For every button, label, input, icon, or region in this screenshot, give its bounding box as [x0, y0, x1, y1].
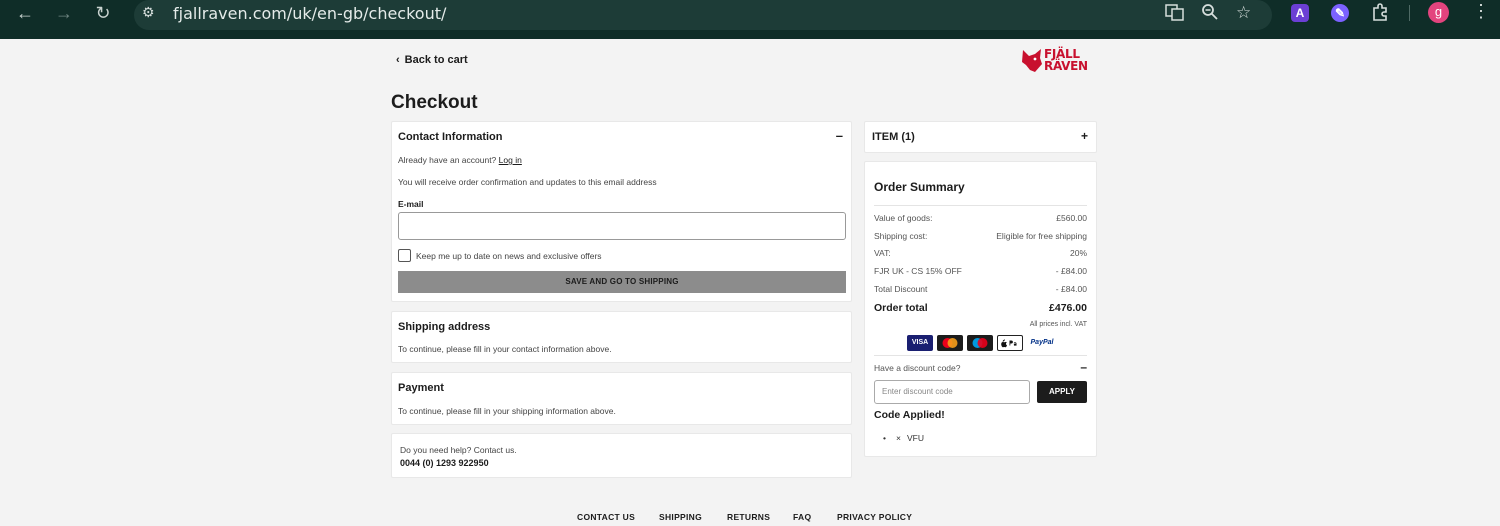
save-and-go-to-shipping-button[interactable]: SAVE AND GO TO SHIPPING	[398, 271, 846, 293]
summary-row-total-discount: Total Discount - £84.00	[874, 284, 1087, 294]
email-input[interactable]	[398, 212, 846, 240]
order-summary-section: Order Summary Value of goods: £560.00 Shi…	[864, 161, 1097, 457]
back-arrow-icon[interactable]: ←	[12, 0, 38, 26]
expand-icon[interactable]: +	[1081, 129, 1088, 143]
discount-toggle-row[interactable]: Have a discount code? –	[874, 360, 1087, 374]
url-text: fjallraven.com/uk/en-gb/checkout/	[173, 4, 447, 23]
contact-heading: Contact Information	[398, 131, 503, 143]
bookmark-star-icon[interactable]: ☆	[1236, 3, 1251, 23]
items-section[interactable]: ITEM (1) +	[864, 121, 1097, 153]
footer-link-shipping[interactable]: SHIPPING	[659, 512, 702, 522]
toolbar-separator	[1409, 5, 1410, 21]
shipping-heading: Shipping address	[398, 321, 491, 333]
extensions-puzzle-icon[interactable]	[1371, 3, 1389, 26]
payment-note: To continue, please fill in your shippin…	[398, 406, 616, 416]
order-summary-heading: Order Summary	[874, 180, 965, 194]
summary-row-shipping: Shipping cost: Eligible for free shipping	[874, 231, 1087, 241]
fjallraven-logo[interactable]: FJÄLL RÄVEN	[1021, 48, 1095, 74]
reload-icon[interactable]: ↻	[90, 0, 116, 26]
bullet-icon: •	[883, 433, 886, 443]
shipping-note: To continue, please fill in your contact…	[398, 344, 612, 354]
summary-row-order-total: Order total £476.00	[874, 302, 1087, 314]
maestro-icon	[967, 335, 993, 351]
extension-pencil-icon[interactable]: ✎	[1331, 4, 1349, 22]
discount-prompt: Have a discount code?	[874, 363, 961, 373]
applied-code-item: • × VFU	[883, 433, 924, 443]
vat-note: All prices incl. VAT	[1029, 321, 1087, 328]
fox-logo-icon	[1022, 49, 1042, 72]
footer-link-contact[interactable]: CONTACT US	[577, 512, 635, 522]
footer-link-privacy[interactable]: PRIVACY POLICY	[837, 512, 912, 522]
account-prompt: Already have an account? Log in	[398, 155, 522, 165]
email-label: E-mail	[398, 199, 424, 209]
apple-pay-icon	[997, 335, 1023, 351]
extension-a-icon[interactable]: A	[1291, 4, 1309, 22]
forward-arrow-icon[interactable]: →	[51, 0, 77, 26]
page-title: Checkout	[391, 92, 478, 113]
back-to-cart-link[interactable]: ‹ Back to cart	[396, 54, 468, 66]
footer-link-faq[interactable]: FAQ	[793, 512, 811, 522]
profile-avatar[interactable]: g	[1428, 2, 1449, 23]
contact-information-section: Contact Information – Already have an ac…	[391, 121, 852, 302]
help-section: Do you need help? Contact us. 0044 (0) 1…	[391, 433, 852, 478]
email-note: You will receive order confirmation and …	[398, 177, 657, 187]
discount-collapse-icon[interactable]: –	[1080, 360, 1087, 374]
zoom-icon[interactable]	[1201, 3, 1219, 26]
site-settings-icon[interactable]: ⚙	[142, 4, 155, 21]
collapse-icon[interactable]: –	[836, 128, 843, 143]
more-menu-icon[interactable]: ⋮	[1472, 1, 1490, 22]
footer-link-returns[interactable]: RETURNS	[727, 512, 770, 522]
newsletter-label: Keep me up to date on news and exclusive…	[416, 251, 602, 261]
payment-heading: Payment	[398, 382, 444, 394]
apply-button[interactable]: APPLY	[1037, 381, 1087, 403]
visa-icon: VISA	[907, 335, 933, 351]
login-link[interactable]: Log in	[499, 155, 522, 165]
mastercard-icon	[937, 335, 963, 351]
summary-row-value-of-goods: Value of goods: £560.00	[874, 213, 1087, 223]
items-label: ITEM (1)	[872, 131, 915, 143]
browser-toolbar: ← → ↻ ⚙ fjallraven.com/uk/en-gb/checkout…	[0, 0, 1500, 39]
newsletter-checkbox[interactable]	[398, 249, 411, 262]
back-to-cart-label: Back to cart	[404, 54, 468, 66]
shipping-address-section[interactable]: Shipping address To continue, please fil…	[391, 311, 852, 363]
logo-wordmark: FJÄLL RÄVEN	[1044, 47, 1088, 73]
summary-divider	[874, 205, 1087, 206]
code-applied-heading: Code Applied!	[874, 409, 945, 421]
summary-row-promo: FJR UK - CS 15% OFF - £84.00	[874, 266, 1087, 276]
payment-methods: VISA PayPal	[907, 335, 1057, 351]
paypal-icon: PayPal	[1027, 335, 1057, 351]
discount-code-input[interactable]: Enter discount code	[874, 380, 1030, 404]
address-bar[interactable]: ⚙ fjallraven.com/uk/en-gb/checkout/	[134, 0, 1272, 30]
discount-divider	[874, 355, 1087, 356]
chevron-left-icon: ‹	[396, 54, 400, 66]
help-phone[interactable]: 0044 (0) 1293 922950	[400, 458, 489, 468]
translate-icon[interactable]	[1165, 3, 1184, 27]
summary-row-vat: VAT: 20%	[874, 248, 1087, 258]
help-text: Do you need help? Contact us.	[400, 445, 517, 455]
remove-code-icon[interactable]: ×	[896, 433, 901, 443]
payment-section[interactable]: Payment To continue, please fill in your…	[391, 372, 852, 425]
applied-code: VFU	[906, 433, 924, 443]
